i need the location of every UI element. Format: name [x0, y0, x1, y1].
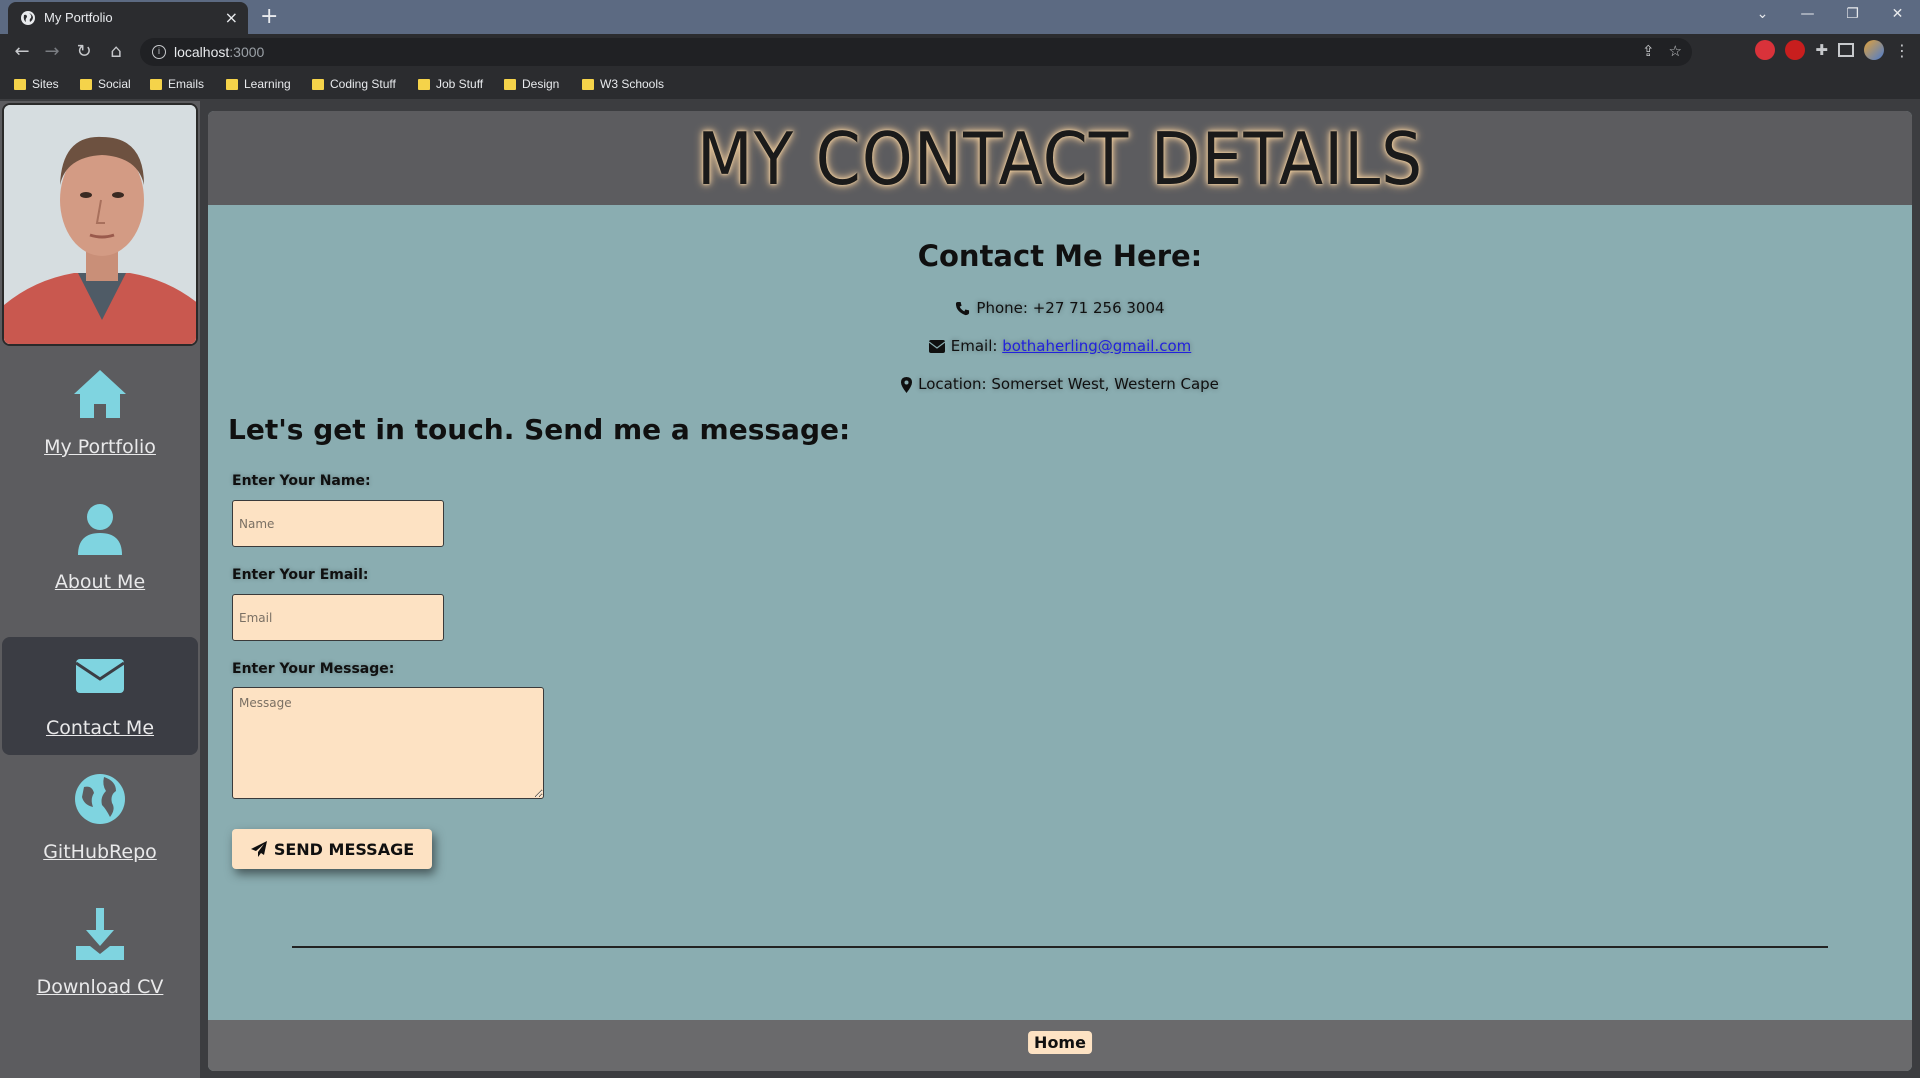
name-label: Enter Your Name: [232, 473, 371, 489]
message-textarea[interactable] [232, 687, 544, 799]
phone-icon [956, 301, 970, 316]
folder-icon [150, 78, 162, 90]
globe-icon [75, 774, 125, 824]
envelope-small-icon [928, 340, 945, 353]
share-icon[interactable]: ⇪ [1642, 42, 1655, 60]
browser-tab-bar: My Portfolio × + ⌄ — ❐ ✕ [0, 0, 1920, 34]
puzzle-icon[interactable]: ✚ [1815, 41, 1828, 59]
sidebar-item-download-cv[interactable]: Download CV [0, 896, 200, 1016]
sidebar: My Portfolio About Me Contact Me GitHubR… [0, 101, 200, 1078]
window-controls: ⌄ — ❐ ✕ [1740, 0, 1920, 30]
tab-title: My Portfolio [44, 10, 113, 25]
folder-icon [582, 78, 594, 90]
home-icon [74, 370, 126, 418]
email-field-label: Enter Your Email: [232, 567, 369, 583]
message-label: Enter Your Message: [232, 661, 395, 677]
footer-home-link[interactable]: Home [1028, 1031, 1092, 1054]
bookmark-folder[interactable]: Job Stuff [418, 77, 483, 91]
email-line: Email: bothaherling@gmail.com [208, 337, 1912, 355]
forward-icon[interactable]: → [40, 40, 64, 64]
location-text: Location: Somerset West, Western Cape [918, 375, 1219, 393]
restore-icon[interactable]: ❐ [1830, 0, 1875, 30]
stop-extension-icon[interactable] [1785, 40, 1806, 60]
close-window-icon[interactable]: ✕ [1875, 0, 1920, 30]
globe-favicon-icon [21, 11, 35, 25]
bookmarks-bar: Sites Social Emails Learning Coding Stuf… [0, 70, 1920, 100]
map-marker-icon [901, 376, 913, 393]
bookmark-folder[interactable]: Learning [226, 77, 291, 91]
sidebar-item-label[interactable]: Contact Me [2, 717, 198, 739]
page-title: MY CONTACT DETAILS [696, 117, 1424, 201]
envelope-icon [75, 659, 125, 693]
browser-toolbar: ← → ↻ ⌂ i localhost:3000 ⇪ ☆ ✚ ⋮ [0, 34, 1920, 70]
phone-line: Phone: +27 71 256 3004 [208, 299, 1912, 317]
bookmark-folder[interactable]: Design [504, 77, 559, 91]
bookmark-folder[interactable]: Sites [14, 77, 59, 91]
tab-search-icon[interactable]: ⌄ [1740, 0, 1785, 30]
sidebar-item-about-me[interactable]: About Me [0, 491, 200, 611]
user-icon [78, 504, 122, 555]
phone-text: Phone: +27 71 256 3004 [976, 299, 1165, 317]
sidebar-item-label[interactable]: My Portfolio [0, 436, 200, 458]
email-input[interactable] [232, 594, 444, 641]
close-tab-icon[interactable]: × [225, 8, 238, 27]
form-heading: Let's get in touch. Send me a message: [228, 413, 851, 446]
folder-icon [14, 78, 26, 90]
profile-avatar-icon[interactable] [1864, 40, 1884, 60]
folder-icon [312, 78, 324, 90]
sidebar-item-label[interactable]: Download CV [0, 976, 200, 998]
sidebar-item-label[interactable]: About Me [0, 571, 200, 593]
minimize-icon[interactable]: — [1785, 0, 1830, 30]
email-link[interactable]: bothaherling@gmail.com [1002, 337, 1191, 355]
main-content: MY CONTACT DETAILS Contact Me Here: Phon… [208, 111, 1912, 1071]
folder-icon [504, 78, 516, 90]
home-browser-icon[interactable]: ⌂ [104, 40, 128, 64]
email-label: Email: [950, 337, 998, 355]
paper-plane-icon [250, 841, 267, 857]
download-icon [76, 908, 124, 960]
reload-icon[interactable]: ↻ [72, 40, 96, 64]
sidebar-item-githubrepo[interactable]: GitHubRepo [0, 761, 200, 881]
bookmark-folder[interactable]: Social [80, 77, 131, 91]
new-tab-button[interactable]: + [260, 4, 278, 29]
footer: Home [208, 1020, 1912, 1071]
address-bar[interactable]: i localhost:3000 ⇪ ☆ [140, 38, 1692, 66]
send-message-button[interactable]: SEND MESSAGE [232, 829, 432, 869]
bookmark-folder[interactable]: Emails [150, 77, 204, 91]
folder-icon [226, 78, 238, 90]
side-panel-icon[interactable] [1838, 43, 1854, 57]
divider [292, 946, 1828, 948]
extension-icons: ✚ ⋮ [1755, 40, 1910, 60]
folder-icon [80, 78, 92, 90]
bookmark-star-icon[interactable]: ☆ [1669, 42, 1682, 60]
page: My Portfolio About Me Contact Me GitHubR… [0, 101, 1920, 1078]
back-icon[interactable]: ← [10, 40, 34, 64]
sidebar-item-label[interactable]: GitHubRepo [0, 841, 200, 863]
avatar [2, 103, 198, 346]
sidebar-item-my-portfolio[interactable]: My Portfolio [0, 356, 200, 476]
menu-kebab-icon[interactable]: ⋮ [1894, 41, 1910, 60]
sidebar-item-contact-me[interactable]: Contact Me [2, 637, 198, 755]
profile-photo [4, 105, 196, 344]
adblock-icon[interactable] [1755, 40, 1776, 60]
contact-heading: Contact Me Here: [917, 239, 1203, 273]
name-input[interactable] [232, 500, 444, 547]
browser-tab[interactable]: My Portfolio × [8, 2, 248, 34]
send-message-label: SEND MESSAGE [273, 839, 415, 859]
site-info-icon[interactable]: i [152, 45, 166, 59]
header-band: MY CONTACT DETAILS [208, 111, 1912, 205]
bookmark-folder[interactable]: Coding Stuff [312, 77, 396, 91]
folder-icon [418, 78, 430, 90]
bookmark-folder[interactable]: W3 Schools [582, 77, 664, 91]
location-line: Location: Somerset West, Western Cape [208, 375, 1912, 393]
url-text[interactable]: localhost:3000 [174, 44, 264, 60]
